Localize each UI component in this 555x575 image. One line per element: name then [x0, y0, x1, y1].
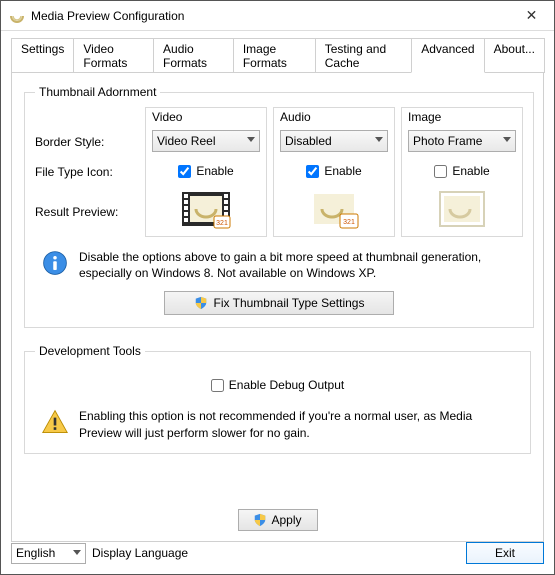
preview-image: [434, 188, 490, 230]
chevron-down-icon: [375, 137, 383, 142]
checkbox-image-icon-label: Enable: [452, 164, 489, 178]
checkbox-image-icon-input[interactable]: [434, 165, 447, 178]
checkbox-audio-icon-label: Enable: [324, 164, 361, 178]
fix-btn-label: Fix Thumbnail Type Settings: [214, 296, 365, 310]
tab-audio-formats[interactable]: Audio Formats: [153, 38, 234, 73]
label-border-style: Border Style:: [35, 127, 145, 157]
dropdown-audio-value: Disabled: [285, 134, 332, 148]
group-development-tools: Development Tools Enable Debug Output En…: [24, 344, 531, 453]
tab-image-formats[interactable]: Image Formats: [233, 38, 316, 73]
col-video: Video Video Reel Enable: [145, 107, 267, 237]
warning-icon: [41, 408, 69, 436]
fix-thumbnail-settings-button[interactable]: Fix Thumbnail Type Settings: [164, 291, 394, 315]
tab-about[interactable]: About...: [484, 38, 545, 73]
checkbox-debug-label: Enable Debug Output: [229, 378, 344, 392]
chevron-down-icon: [73, 550, 81, 555]
checkbox-video-icon-label: Enable: [196, 164, 233, 178]
checkbox-audio-icon[interactable]: Enable: [306, 160, 361, 182]
dropdown-language[interactable]: English: [11, 543, 86, 564]
exit-label: Exit: [495, 546, 515, 560]
label-file-type-icon: File Type Icon:: [35, 157, 145, 187]
head-image: Image: [402, 108, 522, 130]
tab-settings[interactable]: Settings: [11, 38, 74, 73]
tab-bar: Settings Video Formats Audio Formats Ima…: [1, 31, 554, 72]
chevron-down-icon: [503, 137, 511, 142]
chevron-down-icon: [247, 137, 255, 142]
apply-button[interactable]: Apply: [238, 509, 318, 531]
window-title: Media Preview Configuration: [31, 9, 509, 23]
apply-label: Apply: [271, 513, 301, 527]
group-thumbnail-adornment: Thumbnail Adornment Border Style: File T…: [24, 85, 534, 328]
checkbox-video-icon[interactable]: Enable: [178, 160, 233, 182]
shield-icon: [194, 296, 208, 310]
dropdown-video-border[interactable]: Video Reel: [152, 130, 260, 152]
checkbox-debug-output[interactable]: Enable Debug Output: [35, 374, 520, 396]
preview-audio: 321: [306, 188, 362, 230]
head-audio: Audio: [274, 108, 394, 130]
tab-video-formats[interactable]: Video Formats: [73, 38, 154, 73]
legend-dev: Development Tools: [35, 344, 145, 358]
dropdown-language-value: English: [16, 546, 55, 560]
label-display-language: Display Language: [92, 546, 188, 560]
dropdown-audio-border[interactable]: Disabled: [280, 130, 388, 152]
shield-icon: [253, 513, 267, 527]
tab-advanced[interactable]: Advanced: [411, 38, 484, 73]
close-button[interactable]: ✕: [509, 1, 554, 30]
svg-text:321: 321: [343, 219, 355, 226]
checkbox-video-icon-input[interactable]: [178, 165, 191, 178]
info-icon: [41, 249, 69, 277]
checkbox-audio-icon-input[interactable]: [306, 165, 319, 178]
tab-body-advanced: Thumbnail Adornment Border Style: File T…: [11, 72, 544, 542]
svg-text:321: 321: [216, 220, 228, 227]
info-text: Disable the options above to gain a bit …: [79, 249, 517, 281]
dropdown-image-border[interactable]: Photo Frame: [408, 130, 516, 152]
dropdown-video-value: Video Reel: [157, 134, 216, 148]
col-audio: Audio Disabled Enable 321: [273, 107, 395, 237]
warning-text: Enabling this option is not recommended …: [79, 408, 514, 440]
label-result-preview: Result Preview:: [35, 187, 145, 237]
preview-video: 321: [178, 188, 234, 230]
head-video: Video: [146, 108, 266, 130]
tab-testing-cache[interactable]: Testing and Cache: [315, 38, 412, 73]
exit-button[interactable]: Exit: [466, 542, 544, 564]
col-image: Image Photo Frame Enable: [401, 107, 523, 237]
app-icon: [9, 8, 25, 24]
checkbox-debug-input[interactable]: [211, 379, 224, 392]
checkbox-image-icon[interactable]: Enable: [434, 160, 489, 182]
legend-adornment: Thumbnail Adornment: [35, 85, 160, 99]
dropdown-image-value: Photo Frame: [413, 134, 482, 148]
